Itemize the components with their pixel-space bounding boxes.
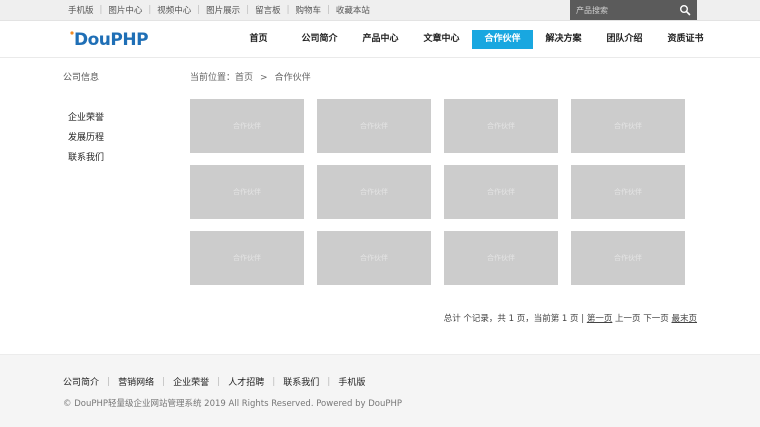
partner-tile[interactable]: 合作伙伴 <box>444 231 558 285</box>
divider: | <box>286 5 290 15</box>
partner-tile[interactable]: 合作伙伴 <box>444 165 558 219</box>
partner-tile-label: 合作伙伴 <box>233 122 261 130</box>
nav-products[interactable]: 产品中心 <box>350 30 411 49</box>
divider: | <box>197 5 201 15</box>
divider: | <box>327 376 331 387</box>
top-link-mobile[interactable]: 手机版 <box>68 4 94 16</box>
divider: | <box>217 376 221 387</box>
logo-text: DouPHP <box>74 30 149 50</box>
search-icon[interactable] <box>679 4 691 16</box>
partner-tile[interactable]: 合作伙伴 <box>571 231 685 285</box>
partner-tile-label: 合作伙伴 <box>614 254 642 262</box>
sidebar-title: 公司信息 <box>63 73 100 83</box>
top-link-image-center[interactable]: 图片中心 <box>108 4 142 16</box>
footer-link-network[interactable]: 营销网络 <box>118 375 154 388</box>
sidebar-item-contact[interactable]: 联系我们 <box>63 148 173 168</box>
search-box <box>570 0 697 20</box>
partner-tile[interactable]: 合作伙伴 <box>190 231 304 285</box>
top-link-video-center[interactable]: 视频中心 <box>157 4 191 16</box>
breadcrumb-home[interactable]: 首页 <box>235 73 253 83</box>
partner-tile-label: 合作伙伴 <box>487 188 515 196</box>
divider: | <box>246 5 250 15</box>
partner-tile-label: 合作伙伴 <box>614 122 642 130</box>
partner-tile[interactable]: 合作伙伴 <box>571 165 685 219</box>
breadcrumb-current: 合作伙伴 <box>274 73 311 83</box>
top-link-image-gallery[interactable]: 图片展示 <box>206 4 240 16</box>
search-input[interactable] <box>570 0 676 20</box>
partner-tile-label: 合作伙伴 <box>487 254 515 262</box>
nav-articles[interactable]: 文章中心 <box>411 30 472 49</box>
partner-tile[interactable]: 合作伙伴 <box>444 99 558 153</box>
divider: | <box>99 5 103 15</box>
divider: | <box>148 5 152 15</box>
main-nav: 首页 公司简介 产品中心 文章中心 合作伙伴 解决方案 团队介绍 资质证书 <box>228 30 716 49</box>
partner-tile-label: 合作伙伴 <box>233 188 261 196</box>
divider: | <box>107 376 111 387</box>
pagination-last[interactable]: 最末页 <box>671 314 697 324</box>
breadcrumb: 当前位置：首页 > 合作伙伴 <box>190 70 311 83</box>
sidebar: 公司信息 企业荣誉 发展历程 联系我们 <box>63 70 173 168</box>
partner-tile-label: 合作伙伴 <box>360 188 388 196</box>
sidebar-item-history[interactable]: 发展历程 <box>63 128 173 148</box>
nav-solutions[interactable]: 解决方案 <box>533 30 594 49</box>
footer-links: 公司简介 | 营销网络 | 企业荣誉 | 人才招聘 | 联系我们 | 手机版 <box>63 375 365 389</box>
top-link-bookmark[interactable]: 收藏本站 <box>336 4 370 16</box>
divider: | <box>162 376 166 387</box>
top-link-guestbook[interactable]: 留言板 <box>255 4 281 16</box>
partner-tile[interactable]: 合作伙伴 <box>571 99 685 153</box>
top-link-cart[interactable]: 购物车 <box>295 4 321 16</box>
partner-grid: 合作伙伴 合作伙伴 合作伙伴 合作伙伴 合作伙伴 合作伙伴 合作伙伴 合作伙伴 … <box>190 99 686 285</box>
nav-certificates[interactable]: 资质证书 <box>655 30 716 49</box>
sidebar-list: 企业荣誉 发展历程 联系我们 <box>63 108 173 168</box>
pagination-first[interactable]: 第一页 <box>587 314 613 324</box>
partner-tile[interactable]: 合作伙伴 <box>317 231 431 285</box>
pagination-next[interactable]: 下一页 <box>643 314 669 324</box>
pagination: 总计 个记录，共 1 页，当前第 1 页 | 第一页 上一页 下一页 最末页 <box>444 312 697 324</box>
partner-tile-label: 合作伙伴 <box>360 254 388 262</box>
copyright: © DouPHP轻量级企业网站管理系统 2019 All Rights Rese… <box>63 399 402 409</box>
breadcrumb-separator: > <box>260 73 268 83</box>
footer: 公司简介 | 营销网络 | 企业荣誉 | 人才招聘 | 联系我们 | 手机版 © DouP… <box>0 354 760 427</box>
nav-about[interactable]: 公司简介 <box>289 30 350 49</box>
partner-tile-label: 合作伙伴 <box>614 188 642 196</box>
nav-home[interactable]: 首页 <box>228 30 289 49</box>
divider: | <box>326 5 330 15</box>
partner-tile[interactable]: 合作伙伴 <box>317 99 431 153</box>
partner-tile[interactable]: 合作伙伴 <box>190 99 304 153</box>
partner-tile-label: 合作伙伴 <box>360 122 388 130</box>
breadcrumb-prefix: 当前位置： <box>190 73 236 83</box>
footer-link-contact[interactable]: 联系我们 <box>283 375 319 388</box>
footer-link-about[interactable]: 公司简介 <box>63 375 99 388</box>
top-links: 手机版 | 图片中心 | 视频中心 | 图片展示 | 留言板 | 购物车 | 收藏本站 <box>68 0 370 20</box>
pagination-prev[interactable]: 上一页 <box>615 314 641 324</box>
divider: | <box>272 376 276 387</box>
sidebar-item-honors[interactable]: 企业荣誉 <box>63 108 173 128</box>
footer-link-mobile[interactable]: 手机版 <box>338 375 365 388</box>
partner-tile[interactable]: 合作伙伴 <box>190 165 304 219</box>
nav-team[interactable]: 团队介绍 <box>594 30 655 49</box>
partner-tile[interactable]: 合作伙伴 <box>317 165 431 219</box>
header: DouPHP 首页 公司简介 产品中心 文章中心 合作伙伴 解决方案 团队介绍 … <box>0 21 760 58</box>
partner-tile-label: 合作伙伴 <box>487 122 515 130</box>
nav-partners[interactable]: 合作伙伴 <box>472 30 533 49</box>
logo[interactable]: DouPHP <box>70 29 149 51</box>
top-bar: 手机版 | 图片中心 | 视频中心 | 图片展示 | 留言板 | 购物车 | 收藏本站 <box>0 0 760 21</box>
partner-tile-label: 合作伙伴 <box>233 254 261 262</box>
footer-link-honors[interactable]: 企业荣誉 <box>173 375 209 388</box>
footer-link-jobs[interactable]: 人才招聘 <box>228 375 264 388</box>
pagination-summary: 总计 个记录，共 1 页，当前第 1 页 | <box>443 314 585 324</box>
